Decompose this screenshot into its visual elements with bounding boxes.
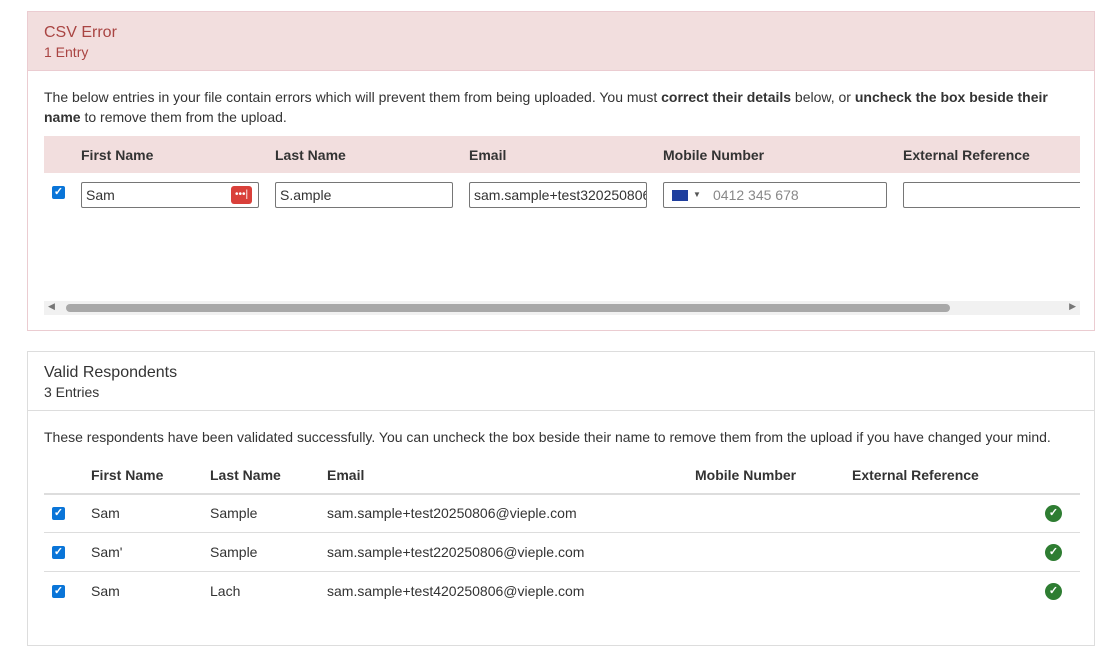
au-flag-icon[interactable] [672,190,688,201]
table-header: First Name Last Name Email Mobile Number… [44,136,1080,173]
external-ref-input[interactable] [903,182,1080,208]
chevron-down-icon[interactable]: ▼ [693,183,701,207]
last-name: Sample [210,505,258,521]
panel-title: CSV Error [44,24,117,41]
col-last-name: Last Name [275,147,346,163]
desc-text: The below entries in your file contain e… [44,89,662,105]
check-circle-icon: ✓ [1045,505,1062,522]
table-row: ✓ Sam Lach sam.sample+test420250806@viep… [44,572,1080,611]
table-row: ✓ Sam' Sample sam.sample+test220250806@v… [44,533,1080,572]
col-mobile: Mobile Number [663,147,765,163]
col-email: Email [327,467,365,483]
valid-description: These respondents have been validated su… [44,429,1051,445]
last-name: Lach [210,583,241,599]
csv-error-header: CSV Error 1 Entry [28,12,1094,71]
password-manager-icon[interactable]: •••| [231,186,252,204]
first-name: Sam' [91,544,123,560]
horizontal-scrollbar[interactable]: ◀ ▶ [44,301,1080,315]
input-value: Sam [86,187,115,203]
table-row: ✓ Sam Sample sam.sample+test20250806@vie… [44,494,1080,533]
last-name: Sample [210,544,258,560]
entry-count: 3 Entries [44,384,100,400]
check-circle-icon: ✓ [1045,544,1062,561]
desc-text: below, or [791,89,855,105]
error-description: The below entries in your file contain e… [44,87,1064,127]
desc-bold: correct their details [661,89,792,105]
panel-title: Valid Respondents [44,364,178,381]
row-checkbox[interactable]: ✓ [52,585,65,598]
scroll-right-icon[interactable]: ▶ [1069,301,1076,312]
last-name-input[interactable]: S.ample [275,182,453,208]
valid-header: Valid Respondents 3 Entries [28,352,1094,411]
error-table: First Name Last Name Email Mobile Number… [44,136,1080,296]
email: sam.sample+test220250806@vieple.com [327,544,585,560]
row-checkbox[interactable]: ✓ [52,546,65,559]
entry-count: 1 Entry [44,44,89,60]
email: sam.sample+test420250806@vieple.com [327,583,585,599]
row-checkbox[interactable]: ✓ [52,507,65,520]
email-input[interactable]: sam.sample+test320250806 [469,182,647,208]
scroll-left-icon[interactable]: ◀ [48,301,55,312]
check-circle-icon: ✓ [1045,583,1062,600]
mobile-placeholder: 0412 345 678 [713,187,799,203]
valid-respondents-panel: Valid Respondents 3 Entries These respon… [27,351,1095,646]
row-checkbox[interactable]: ✓ [52,186,65,199]
first-name-input[interactable]: Sam •••| [81,182,259,208]
col-first-name: First Name [81,147,154,163]
col-external-ref: External Reference [903,147,1030,163]
col-external-ref: External Reference [852,467,979,483]
col-mobile: Mobile Number [695,467,797,483]
table-header: First Name Last Name Email Mobile Number… [44,459,1080,495]
col-email: Email [469,147,507,163]
mobile-input[interactable]: ▼ 0412 345 678 [663,182,887,208]
scrollbar-thumb[interactable] [66,304,950,312]
email: sam.sample+test20250806@vieple.com [327,505,577,521]
first-name: Sam [91,505,120,521]
csv-error-panel: CSV Error 1 Entry The below entries in y… [27,11,1095,331]
desc-text: to remove them from the upload. [80,109,287,125]
first-name: Sam [91,583,120,599]
col-last-name: Last Name [210,467,281,483]
col-first-name: First Name [91,467,164,483]
